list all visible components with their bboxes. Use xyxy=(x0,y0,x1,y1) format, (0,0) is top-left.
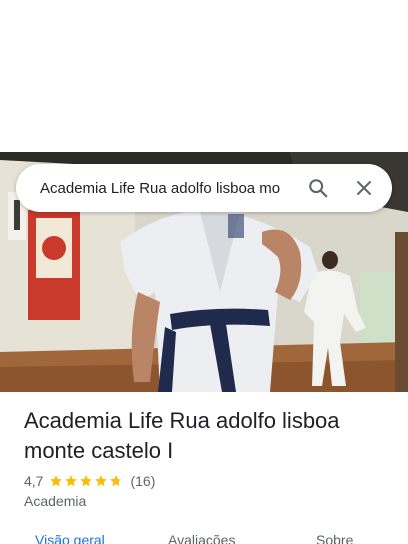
tab-reviews[interactable]: Avaliações xyxy=(168,532,235,544)
review-count[interactable]: (16) xyxy=(130,473,155,489)
place-category: Academia xyxy=(24,493,87,509)
map-blank-area xyxy=(0,0,408,152)
star-icon xyxy=(95,475,108,487)
rating-row[interactable]: 4,7 (16) xyxy=(24,472,155,490)
star-half-icon xyxy=(110,475,123,487)
tab-overview[interactable]: Visão geral xyxy=(35,532,105,544)
tab-about[interactable]: Sobre xyxy=(316,532,353,544)
search-input[interactable]: Academia Life Rua adolfo lisboa mo xyxy=(16,180,292,197)
search-button[interactable] xyxy=(298,168,338,208)
close-icon xyxy=(357,181,371,195)
rating-value: 4,7 xyxy=(24,473,44,489)
star-icon xyxy=(80,475,93,487)
rating-stars xyxy=(49,474,124,488)
star-icon xyxy=(50,475,63,487)
star-icon xyxy=(65,475,78,487)
clear-search-button[interactable] xyxy=(344,168,384,208)
search-bar[interactable]: Academia Life Rua adolfo lisboa mo xyxy=(16,164,392,212)
place-tabs: Visão geral Avaliações Sobre xyxy=(0,528,408,544)
search-icon xyxy=(309,179,328,198)
place-title: Academia Life Rua adolfo lisboa monte ca… xyxy=(24,408,340,463)
